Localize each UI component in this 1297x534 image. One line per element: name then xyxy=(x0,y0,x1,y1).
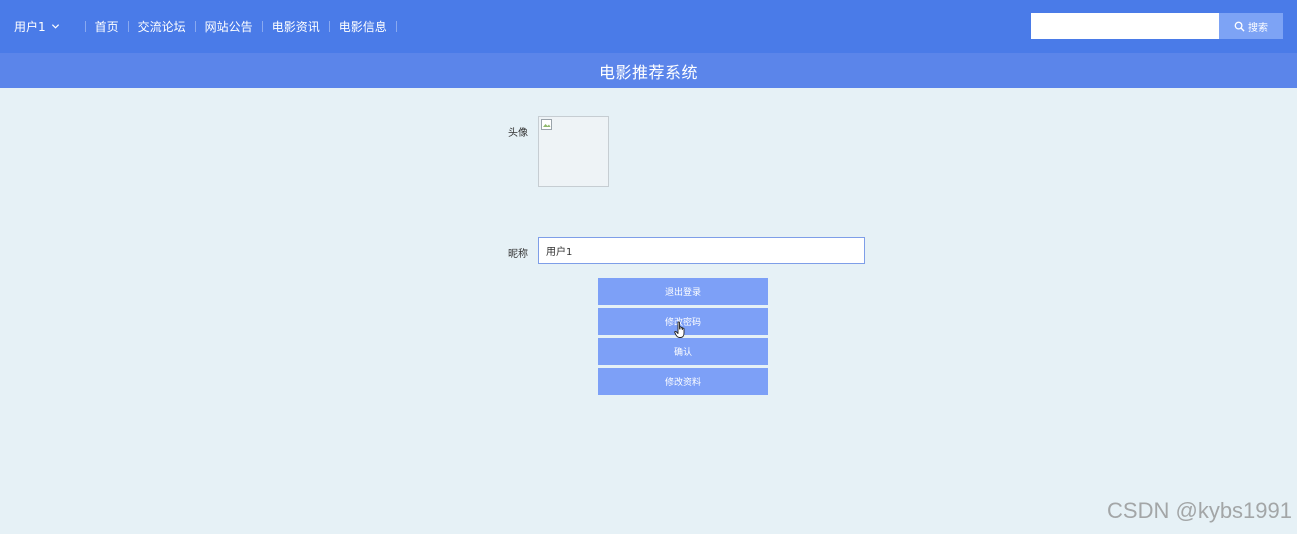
logout-button[interactable]: 退出登录 xyxy=(598,278,768,305)
broken-image-icon xyxy=(541,119,552,130)
nav-item-home[interactable]: 首页 xyxy=(95,18,119,35)
avatar-image[interactable] xyxy=(538,116,609,187)
nav-item-movie-news[interactable]: 电影资讯 xyxy=(272,18,320,35)
main-nav: 首页 交流论坛 网站公告 电影资讯 电影信息 xyxy=(76,18,406,35)
nav-divider xyxy=(328,21,330,32)
site-title: 电影推荐系统 xyxy=(598,62,698,82)
confirm-button[interactable]: 确认 xyxy=(598,338,768,365)
nickname-label: 昵称 xyxy=(508,249,528,260)
search-button-label: 搜索 xyxy=(1248,22,1268,34)
csdn-watermark: CSDN @kybs1991 xyxy=(1107,498,1292,523)
nav-divider xyxy=(194,21,196,32)
search-button[interactable]: 搜索 xyxy=(1219,13,1283,39)
hand-cursor-icon xyxy=(674,321,685,338)
nav-item-movie-info[interactable]: 电影信息 xyxy=(339,18,387,35)
search-bar: 搜索 xyxy=(1031,13,1283,39)
nav-divider xyxy=(84,21,86,32)
user-menu-label: 用户1 xyxy=(14,20,46,34)
edit-profile-button[interactable]: 修改资料 xyxy=(598,368,768,395)
nickname-input[interactable] xyxy=(538,237,865,264)
search-input[interactable] xyxy=(1031,13,1219,39)
search-icon xyxy=(1234,21,1245,32)
nav-divider xyxy=(395,21,397,32)
top-navbar: 用户1 首页 交流论坛 网站公告 电影资讯 电影信息 搜索 xyxy=(0,0,1297,53)
user-menu[interactable]: 用户1 xyxy=(14,18,60,35)
chevron-down-icon xyxy=(51,24,59,29)
avatar-label: 头像 xyxy=(508,128,528,139)
site-title-banner: 电影推荐系统 xyxy=(0,53,1297,88)
nav-item-forum[interactable]: 交流论坛 xyxy=(138,18,186,35)
nav-divider xyxy=(261,21,263,32)
nav-item-announcements[interactable]: 网站公告 xyxy=(205,18,253,35)
nav-divider xyxy=(127,21,129,32)
